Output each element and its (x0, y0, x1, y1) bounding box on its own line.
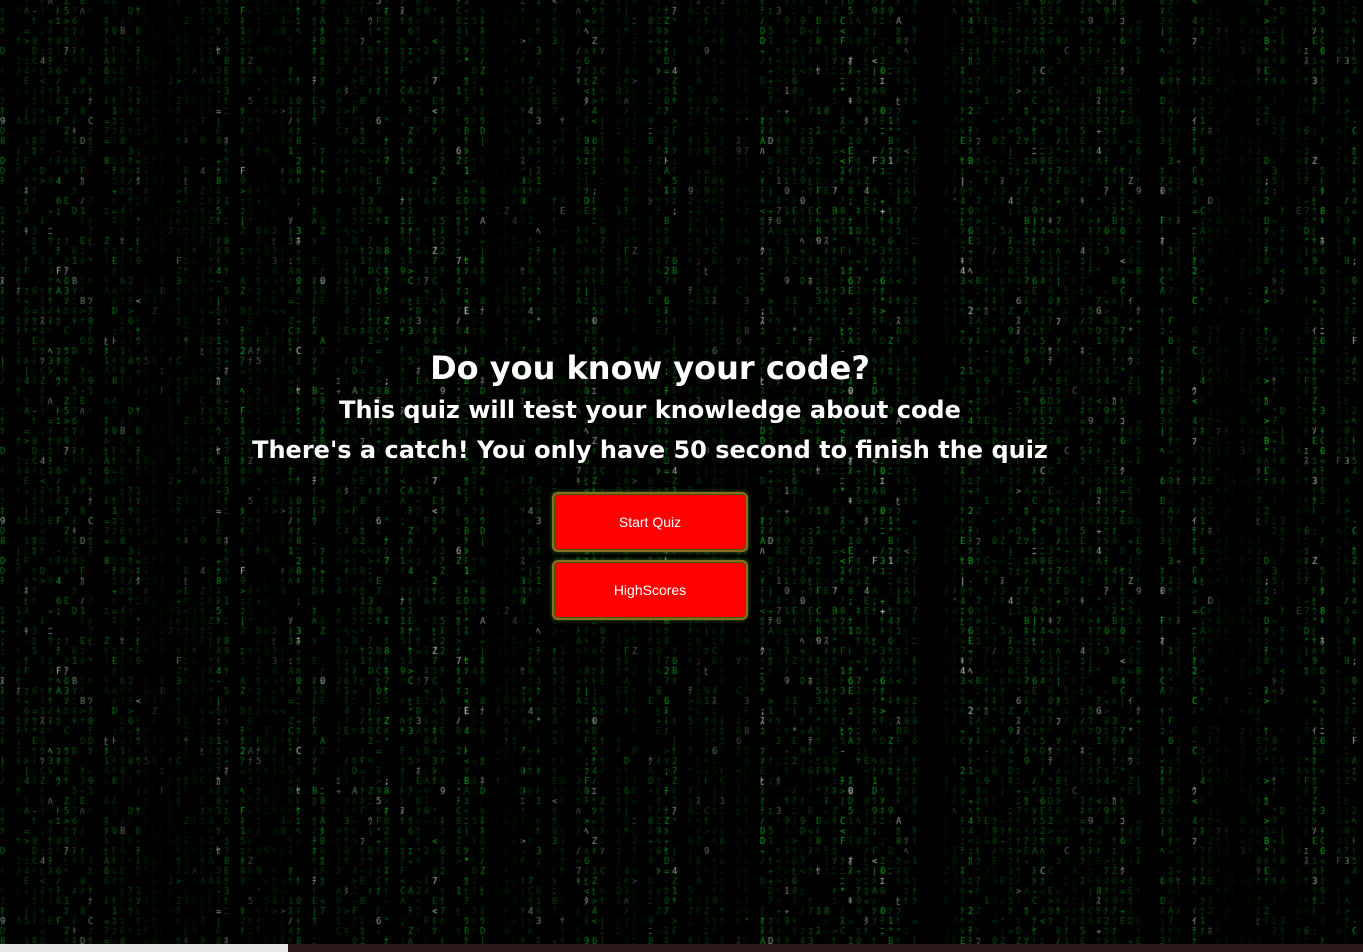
horizontal-scrollbar-thumb[interactable] (0, 944, 288, 952)
page-title: Do you know your code? (430, 349, 870, 387)
page: Do you know your code? This quiz will te… (0, 0, 1363, 952)
quiz-intro: Do you know your code? This quiz will te… (0, 340, 1300, 628)
start-quiz-button[interactable]: Start Quiz (552, 492, 748, 552)
time-limit-notice: There's a catch! You only have 50 second… (252, 436, 1048, 464)
button-group: Start Quiz HighScores (0, 492, 1300, 620)
highscores-button[interactable]: HighScores (552, 560, 748, 620)
quiz-description: This quiz will test your knowledge about… (339, 396, 961, 424)
